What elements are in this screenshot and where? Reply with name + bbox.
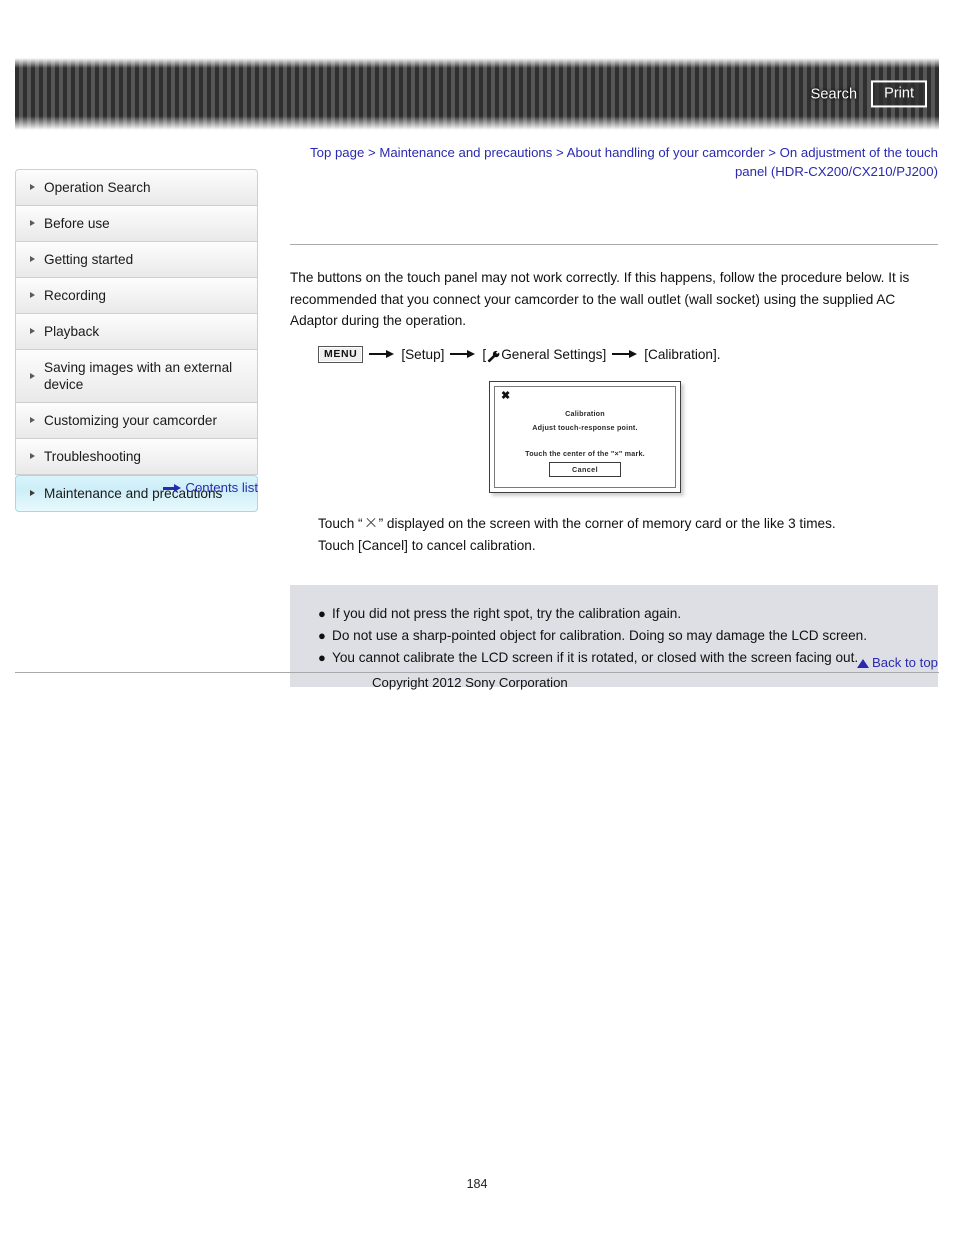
wrench-icon <box>487 350 500 363</box>
menu-path-step-general-settings: General Settings] <box>501 346 607 362</box>
triangle-right-icon <box>30 220 35 226</box>
cancel-instruction-line: Touch [Cancel] to cancel calibration. <box>318 537 536 553</box>
calibration-screenshot: ✖ Calibration Adjust touch-response poin… <box>489 380 681 493</box>
breadcrumb-item-top-page[interactable]: Top page <box>310 145 364 160</box>
post-image-instructions: Touch “ ” displayed on the screen with th… <box>318 513 938 557</box>
back-to-top-link[interactable]: Back to top <box>290 655 938 670</box>
sidebar-item-saving-images[interactable]: Saving images with an external device <box>15 350 258 403</box>
menu-button-chip[interactable]: MENU <box>318 345 364 363</box>
triangle-right-icon <box>30 292 35 298</box>
header-controls: Search Print <box>811 80 927 108</box>
arrow-right-icon <box>163 484 182 494</box>
note-item: ● Do not use a sharp-pointed object for … <box>290 625 938 647</box>
note-text: Do not use a sharp-pointed object for ca… <box>332 627 867 643</box>
back-to-top-label: Back to top <box>872 655 938 670</box>
triangle-right-icon <box>30 453 35 459</box>
touch-x-prefix: Touch “ <box>318 515 363 531</box>
main-content: The buttons on the touch panel may not w… <box>290 244 938 687</box>
footer-divider <box>15 672 939 673</box>
bullet-icon: ● <box>318 605 326 621</box>
sidebar-item-operation-search[interactable]: Operation Search <box>15 169 258 206</box>
menu-path-bracket-open: [ <box>482 346 487 362</box>
note-item: ● If you did not press the right spot, t… <box>290 603 938 625</box>
bullet-icon: ● <box>318 627 326 643</box>
calibration-screen-inner: ✖ Calibration Adjust touch-response poin… <box>494 385 676 488</box>
menu-path-step-calibration: [Calibration]. <box>644 346 721 362</box>
search-button[interactable]: Search <box>811 86 858 102</box>
breadcrumb-separator: > <box>552 145 567 160</box>
sidebar-item-label: Recording <box>44 288 106 303</box>
sidebar-item-getting-started[interactable]: Getting started <box>15 242 258 278</box>
sidebar-item-label: Playback <box>44 324 100 339</box>
sidebar-item-label: Customizing your camcorder <box>44 413 218 428</box>
x-mark-icon <box>365 517 377 529</box>
triangle-right-icon <box>30 372 35 379</box>
menu-path: MENU [Setup] [ General Settings] [Calibr… <box>318 345 938 363</box>
site-header-banner: Search Print <box>15 58 939 130</box>
sidebar-item-playback[interactable]: Playback <box>15 314 258 350</box>
sidebar-item-customizing[interactable]: Customizing your camcorder <box>15 403 258 439</box>
close-icon: ✖ <box>501 389 511 402</box>
calibration-instruction: Touch the center of the "×" mark. <box>525 448 645 458</box>
arrow-right-icon <box>450 348 476 360</box>
touch-x-suffix: ” displayed on the screen with the corne… <box>378 515 836 531</box>
sidebar-nav: Operation Search Before use Getting star… <box>15 169 258 512</box>
arrow-right-icon <box>369 348 395 360</box>
page-number: 184 <box>466 1177 488 1191</box>
sidebar-item-troubleshooting[interactable]: Troubleshooting <box>15 439 258 475</box>
sidebar-item-label: Getting started <box>44 252 134 267</box>
triangle-right-icon <box>30 417 35 423</box>
sidebar-item-recording[interactable]: Recording <box>15 278 258 314</box>
breadcrumb: Top page > Maintenance and precautions >… <box>306 143 938 181</box>
triangle-right-icon <box>30 328 35 334</box>
breadcrumb-item-maintenance[interactable]: Maintenance and precautions <box>379 145 552 160</box>
calibration-cancel-button: Cancel <box>549 461 621 477</box>
calibration-subtitle: Adjust touch-response point. <box>532 422 638 432</box>
breadcrumb-item-handling[interactable]: About handling of your camcorder <box>567 145 765 160</box>
menu-path-step-setup: [Setup] <box>401 346 445 362</box>
sidebar-item-label: Operation Search <box>44 180 151 195</box>
sidebar-item-label: Troubleshooting <box>44 449 141 464</box>
note-text: If you did not press the right spot, try… <box>332 605 682 621</box>
intro-paragraph: The buttons on the touch panel may not w… <box>290 270 910 328</box>
sidebar-item-before-use[interactable]: Before use <box>15 206 258 242</box>
calibration-title: Calibration <box>565 408 605 418</box>
calibration-screenshot-wrapper: ✖ Calibration Adjust touch-response poin… <box>290 380 938 493</box>
triangle-right-icon <box>30 256 35 262</box>
sidebar-item-label: Before use <box>44 216 110 231</box>
triangle-right-icon <box>30 184 35 190</box>
sidebar-item-label: Saving images with an external device <box>44 360 233 392</box>
arrow-right-icon <box>612 348 638 360</box>
copyright-text: Copyright 2012 Sony Corporation <box>372 675 568 690</box>
contents-list-label: Contents list <box>185 480 258 495</box>
contents-list-link[interactable]: Contents list <box>15 480 258 495</box>
print-button[interactable]: Print <box>871 80 927 108</box>
touch-x-instruction-line: Touch “ ” displayed on the screen with th… <box>318 513 938 535</box>
content-divider-top <box>290 244 938 245</box>
breadcrumb-separator: > <box>364 145 380 160</box>
breadcrumb-separator: > <box>764 145 780 160</box>
triangle-up-icon <box>857 659 870 668</box>
